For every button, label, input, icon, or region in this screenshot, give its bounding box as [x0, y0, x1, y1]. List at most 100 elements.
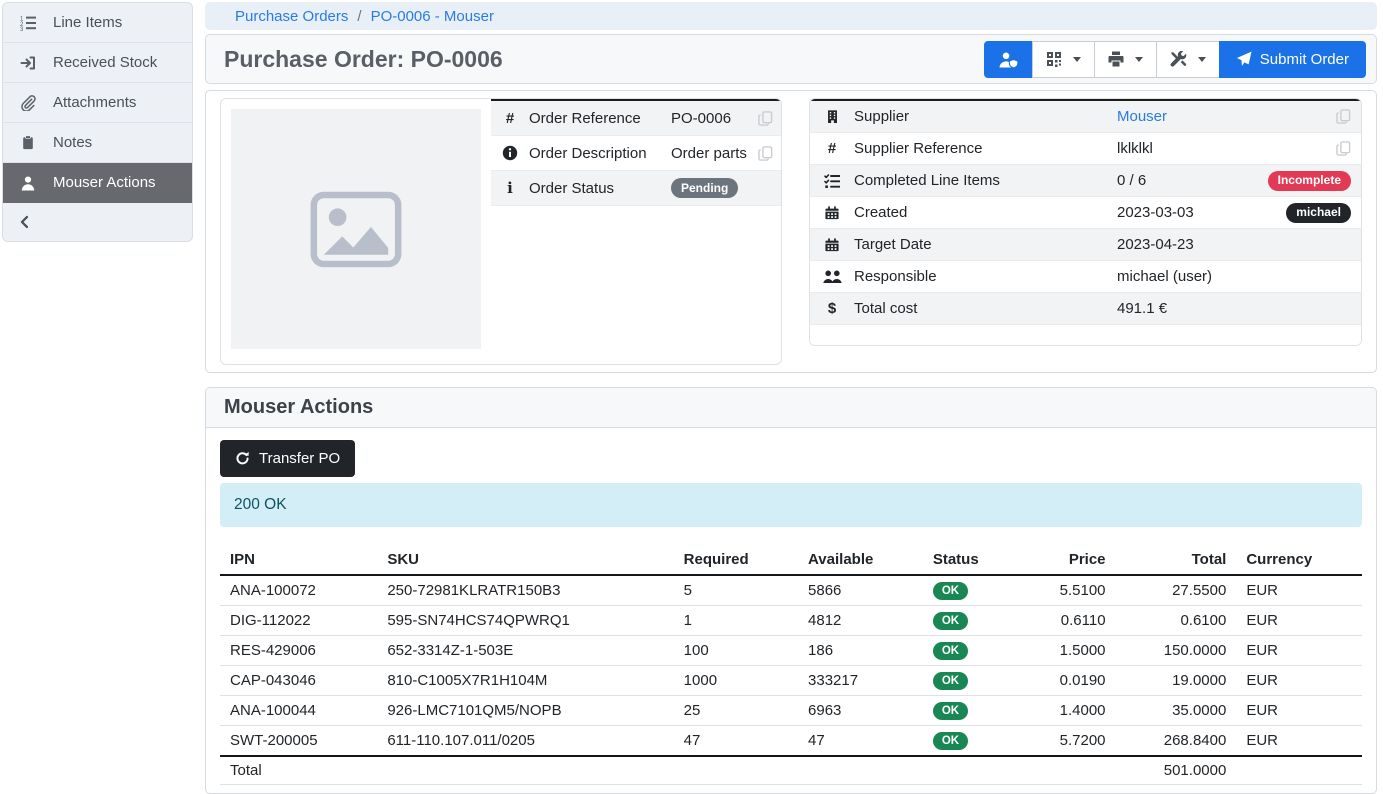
detail-row-total-cost: $Total cost491.1 € — [810, 293, 1361, 325]
chevron-left-icon — [18, 215, 32, 229]
detail-row-target-date: Target Date2023-04-23 — [810, 229, 1361, 261]
breadcrumb-link-purchase-orders[interactable]: Purchase Orders — [235, 8, 348, 25]
detail-label: Supplier — [854, 108, 1117, 125]
breadcrumb-separator: / — [357, 8, 361, 25]
cell-total: 268.8400 — [1116, 726, 1237, 757]
order-actions-menu-button[interactable] — [1156, 41, 1220, 78]
column-header-status: Status — [923, 545, 1019, 575]
cell-available: 47 — [798, 726, 923, 757]
column-header-currency: Currency — [1236, 545, 1362, 575]
submit-order-button[interactable]: Submit Order — [1219, 41, 1366, 78]
hashtag-icon: # — [810, 140, 854, 157]
tools-icon — [1170, 51, 1187, 68]
chevron-down-icon — [1135, 57, 1143, 62]
sidebar-item-line-items[interactable]: 123Line Items — [3, 3, 192, 43]
column-header-price: Price — [1019, 545, 1115, 575]
ok-status-badge: OK — [933, 732, 968, 750]
user-permissions-button[interactable] — [984, 41, 1033, 78]
detail-value: PO-0006 — [671, 110, 751, 127]
table-row: ANA-100072250-72981KLRATR150B355866OK5.5… — [220, 575, 1362, 606]
cell-sku: 652-3314Z-1-503E — [377, 636, 673, 666]
sidebar-collapse-button[interactable] — [3, 203, 192, 241]
breadcrumb: Purchase Orders / PO-0006 - Mouser — [205, 2, 1377, 30]
ok-status-badge: OK — [933, 642, 968, 660]
detail-value: 2023-03-03 — [1117, 204, 1251, 221]
detail-value: michael (user) — [1117, 268, 1251, 285]
detail-label: Total cost — [854, 300, 1117, 317]
supplier-link[interactable]: Mouser — [1117, 108, 1167, 125]
barcode-menu-button[interactable] — [1032, 41, 1095, 78]
detail-row-extra: Incomplete — [1251, 171, 1361, 191]
print-menu-button[interactable] — [1094, 41, 1157, 78]
cell-available: 4812 — [798, 606, 923, 636]
cell-sku: 611-110.107.011/0205 — [377, 726, 673, 757]
refresh-icon — [235, 451, 250, 466]
mouser-actions-body: Transfer PO 200 OK IPNSKURequiredAvailab… — [206, 428, 1376, 793]
detail-label: Responsible — [854, 268, 1117, 285]
sidebar-item-label: Received Stock — [53, 54, 157, 71]
supplier-details-card: SupplierMouser#Supplier Referencelklklkl… — [809, 98, 1362, 346]
order-summary-card: #Order ReferencePO-0006Order Description… — [220, 98, 782, 365]
cell-currency: EUR — [1236, 726, 1362, 757]
michael-badge: michael — [1286, 203, 1351, 223]
sign-in-icon — [18, 55, 38, 71]
detail-value: 491.1 € — [1117, 300, 1251, 317]
list-check-icon — [810, 173, 854, 189]
cell-currency: EUR — [1236, 575, 1362, 606]
detail-row-extra — [751, 146, 781, 161]
sidebar: 123Line Items Received Stock Attachments No… — [2, 2, 193, 242]
paper-plane-icon — [1236, 51, 1252, 67]
sidebar-item-label: Mouser Actions — [53, 174, 156, 191]
detail-row-extra: michael — [1251, 203, 1361, 223]
sidebar-item-label: Attachments — [53, 94, 136, 111]
clipboard-icon — [18, 135, 38, 150]
info-icon: i — [491, 179, 529, 197]
transfer-po-button[interactable]: Transfer PO — [220, 440, 355, 477]
detail-row-order-reference: #Order ReferencePO-0006 — [491, 101, 781, 136]
cell-required: 100 — [674, 636, 798, 666]
sidebar-item-attachments[interactable]: Attachments — [3, 83, 192, 123]
sidebar-item-notes[interactable]: Notes — [3, 123, 192, 163]
cell-available: 333217 — [798, 666, 923, 696]
detail-row-order-description: Order DescriptionOrder parts — [491, 136, 781, 171]
cell-required: 1 — [674, 606, 798, 636]
cell-status: OK — [923, 636, 1019, 666]
breadcrumb-link-current-order[interactable]: PO-0006 - Mouser — [371, 8, 494, 25]
copy-icon[interactable] — [758, 146, 773, 161]
table-row: DIG-112022595-SN74HCS74QPWRQ114812OK0.61… — [220, 606, 1362, 636]
column-header-ipn: IPN — [220, 545, 377, 575]
copy-icon[interactable] — [1336, 109, 1351, 124]
printer-icon — [1108, 51, 1124, 67]
detail-value: 2023-04-23 — [1117, 236, 1251, 253]
detail-row-extra — [1251, 141, 1361, 156]
cell-sku: 926-LMC7101QM5/NOPB — [377, 696, 673, 726]
mouser-actions-panel: Mouser Actions Transfer PO 200 OK IPNSKU… — [205, 387, 1377, 794]
qrcode-icon — [1046, 51, 1062, 67]
incomplete-badge: Incomplete — [1268, 171, 1351, 191]
copy-icon[interactable] — [1336, 141, 1351, 156]
table-row: RES-429006652-3314Z-1-503E100186OK1.5000… — [220, 636, 1362, 666]
cell-price: 5.7200 — [1019, 726, 1115, 757]
cell-status: OK — [923, 726, 1019, 757]
sidebar-item-label: Notes — [53, 134, 92, 151]
cell-available: 5866 — [798, 575, 923, 606]
detail-label: Target Date — [854, 236, 1117, 253]
sidebar-item-mouser-actions[interactable]: Mouser Actions — [3, 163, 192, 203]
users-icon — [810, 269, 854, 284]
cell-ipn: ANA-100044 — [220, 696, 377, 726]
cell-ipn: ANA-100072 — [220, 575, 377, 606]
copy-icon[interactable] — [758, 111, 773, 126]
chevron-down-icon — [1073, 57, 1081, 62]
cell-status: OK — [923, 575, 1019, 606]
cell-price: 5.5100 — [1019, 575, 1115, 606]
detail-value: Pending — [671, 178, 751, 198]
ok-status-badge: OK — [933, 612, 968, 630]
column-header-available: Available — [798, 545, 923, 575]
cell-sku: 595-SN74HCS74QPWRQ1 — [377, 606, 673, 636]
cell-total: 150.0000 — [1116, 636, 1237, 666]
sidebar-item-received-stock[interactable]: Received Stock — [3, 43, 192, 83]
cell-currency: EUR — [1236, 636, 1362, 666]
detail-row-responsible: Responsiblemichael (user) — [810, 261, 1361, 293]
cell-sku: 250-72981KLRATR150B3 — [377, 575, 673, 606]
dollar-icon: $ — [810, 300, 854, 317]
